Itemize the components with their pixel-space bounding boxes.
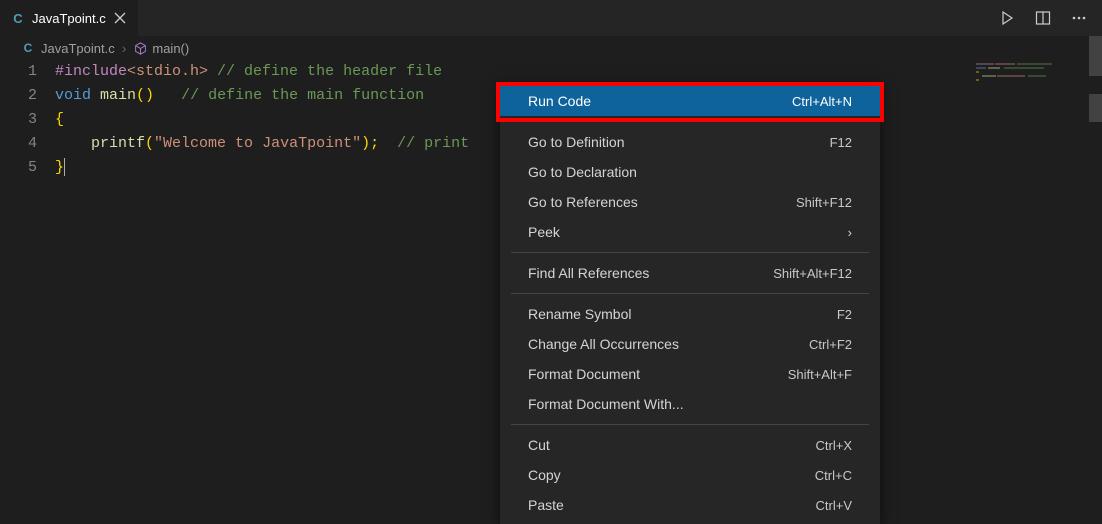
menu-separator <box>511 121 869 122</box>
menu-item-change-all-occurrences[interactable]: Change All Occurrences Ctrl+F2 <box>500 329 880 359</box>
menu-item-shortcut: Shift+F12 <box>796 195 852 210</box>
context-menu: Run CodeCtrl+Alt+NGo to DefinitionF12Go … <box>500 82 880 524</box>
menu-item-label: Paste <box>528 497 564 513</box>
menu-item-shortcut: Ctrl+Alt+N <box>792 94 852 109</box>
breadcrumb-file[interactable]: JavaTpoint.c <box>41 41 115 56</box>
menu-item-label: Run Code <box>528 93 591 109</box>
line-number: 5 <box>0 156 37 180</box>
menu-item-label: Format Document With... <box>528 396 684 412</box>
close-icon[interactable] <box>112 10 128 26</box>
more-icon[interactable] <box>1070 9 1088 27</box>
scroll-thumb[interactable] <box>1089 94 1102 122</box>
chevron-right-icon: › <box>120 40 129 56</box>
tab-filename: JavaTpoint.c <box>32 11 106 26</box>
menu-item-go-to-declaration[interactable]: Go to Declaration <box>500 157 880 187</box>
menu-item-shortcut: Ctrl+X <box>816 438 852 453</box>
line-gutter: 1 2 3 4 5 <box>0 60 55 180</box>
vertical-scrollbar[interactable] <box>1089 36 1102 496</box>
menu-item-shortcut: Ctrl+C <box>815 468 852 483</box>
tab-group: C JavaTpoint.c <box>0 0 139 36</box>
run-icon[interactable] <box>998 9 1016 27</box>
menu-item-shortcut: F2 <box>837 307 852 322</box>
symbol-method-icon <box>133 41 147 55</box>
menu-item-format-document[interactable]: Format Document Shift+Alt+F <box>500 359 880 389</box>
scroll-thumb[interactable] <box>1089 36 1102 76</box>
code-line: #include<stdio.h> // define the header f… <box>55 60 1102 84</box>
menu-separator <box>511 424 869 425</box>
c-file-icon: C <box>10 10 26 26</box>
tab-bar: C JavaTpoint.c <box>0 0 1102 36</box>
menu-item-label: Copy <box>528 467 561 483</box>
c-file-icon: C <box>20 40 36 56</box>
menu-item-find-all-references[interactable]: Find All References Shift+Alt+F12 <box>500 258 880 288</box>
text-cursor <box>64 158 65 176</box>
menu-separator <box>511 252 869 253</box>
menu-item-label: Go to Declaration <box>528 164 637 180</box>
breadcrumb[interactable]: C JavaTpoint.c › main() <box>0 36 1102 60</box>
menu-item-label: Peek <box>528 224 560 240</box>
menu-item-label: Rename Symbol <box>528 306 632 322</box>
line-number: 1 <box>0 60 37 84</box>
minimap[interactable] <box>976 62 1086 102</box>
menu-item-label: Cut <box>528 437 550 453</box>
line-number: 3 <box>0 108 37 132</box>
menu-item-label: Go to References <box>528 194 638 210</box>
menu-item-label: Go to Definition <box>528 134 625 150</box>
menu-item-go-to-references[interactable]: Go to References Shift+F12 <box>500 187 880 217</box>
menu-item-copy[interactable]: Copy Ctrl+C <box>500 460 880 490</box>
menu-item-peek[interactable]: Peek › <box>500 217 880 247</box>
menu-item-label: Format Document <box>528 366 640 382</box>
menu-item-shortcut: Ctrl+V <box>816 498 852 513</box>
menu-item-cut[interactable]: Cut Ctrl+X <box>500 430 880 460</box>
editor-tab[interactable]: C JavaTpoint.c <box>0 0 139 36</box>
split-editor-icon[interactable] <box>1034 9 1052 27</box>
menu-item-label: Find All References <box>528 265 649 281</box>
menu-item-run-code[interactable]: Run Code Ctrl+Alt+N <box>500 86 880 116</box>
menu-item-shortcut: Ctrl+F2 <box>809 337 852 352</box>
menu-item-paste[interactable]: Paste Ctrl+V <box>500 490 880 520</box>
menu-item-format-document-with[interactable]: Format Document With... <box>500 389 880 419</box>
chevron-right-icon: › <box>848 225 852 240</box>
menu-item-label: Change All Occurrences <box>528 336 679 352</box>
menu-item-go-to-definition[interactable]: Go to Definition F12 <box>500 127 880 157</box>
menu-separator <box>511 293 869 294</box>
menu-item-shortcut: Shift+Alt+F12 <box>773 266 852 281</box>
menu-item-shortcut: Shift+Alt+F <box>788 367 852 382</box>
breadcrumb-symbol[interactable]: main() <box>152 41 189 56</box>
tab-actions <box>998 9 1102 27</box>
menu-item-rename-symbol[interactable]: Rename Symbol F2 <box>500 299 880 329</box>
line-number: 2 <box>0 84 37 108</box>
menu-item-shortcut: F12 <box>830 135 852 150</box>
line-number: 4 <box>0 132 37 156</box>
